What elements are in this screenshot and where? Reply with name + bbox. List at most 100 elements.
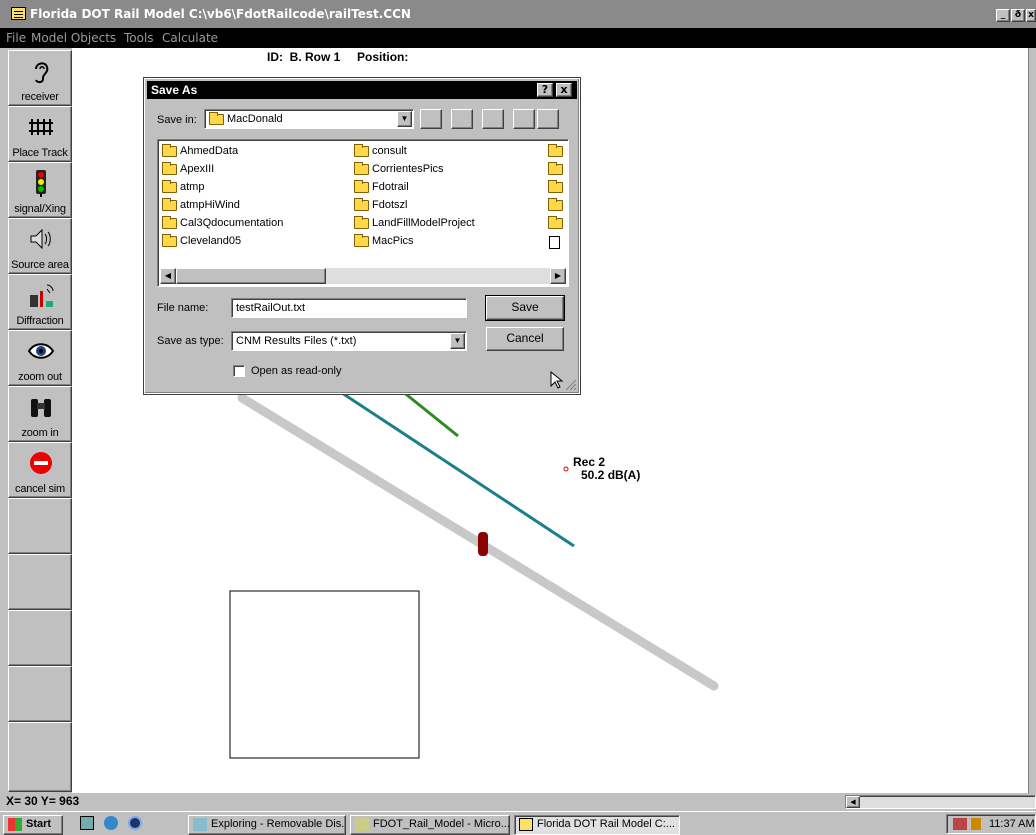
zoom-in-label: zoom in (21, 427, 59, 439)
source-area-button[interactable]: Source area (8, 218, 72, 274)
empty-tool-slot[interactable] (8, 610, 72, 666)
chevron-down-icon[interactable]: ▼ (397, 111, 412, 127)
menu-model-objects[interactable]: Model Objects (31, 31, 116, 45)
explorer-icon (193, 818, 207, 831)
task-florida-dot[interactable]: Florida DOT Rail Model C:... (514, 815, 680, 835)
empty-tool-slot[interactable] (8, 554, 72, 610)
scroll-left-icon[interactable]: ◀ (846, 796, 860, 808)
status-bar: X= 30 Y= 963 ◀ (0, 793, 1036, 811)
task-fdot-rail-model[interactable]: FDOT_Rail_Model - Micro... (350, 815, 510, 835)
vertical-scrollbar[interactable] (1028, 48, 1036, 793)
app-icon (519, 818, 533, 831)
folder-icon (354, 234, 369, 247)
clock[interactable]: 11:37 AM (989, 818, 1035, 830)
list-item[interactable]: Cleveland05 (160, 232, 241, 250)
scroll-left-icon[interactable]: ◀ (160, 268, 176, 284)
status-scrollbar[interactable]: ◀ (845, 795, 1036, 809)
list-item[interactable]: CorrientesPics (352, 160, 444, 178)
list-item[interactable]: consult (352, 142, 407, 160)
zoom-in-button[interactable]: zoom in (8, 386, 72, 442)
cancel-button[interactable]: Cancel (486, 327, 564, 351)
menu-file[interactable]: File (6, 31, 26, 45)
save-in-value: MacDonald (227, 113, 283, 125)
readonly-checkbox[interactable] (233, 365, 245, 377)
app-icon[interactable] (11, 7, 26, 20)
list-item[interactable]: Fdotrail (352, 178, 409, 196)
empty-tool-slot[interactable] (8, 666, 72, 722)
menu-calculate[interactable]: Calculate (162, 31, 218, 45)
folder-icon (548, 180, 563, 193)
folder-icon (354, 216, 369, 229)
source-area-box[interactable] (229, 590, 420, 759)
train-marker[interactable] (478, 532, 488, 556)
save-in-combo[interactable]: MacDonald ▼ (204, 109, 414, 129)
save-as-dialog: Save As ? x Save in: MacDonald ▼ AhmedDa… (143, 77, 581, 395)
folder-icon (162, 144, 177, 157)
clipped-column (546, 142, 566, 252)
cancel-sim-button[interactable]: cancel sim (8, 442, 72, 498)
start-button[interactable]: Start (3, 815, 63, 835)
folder-icon (162, 180, 177, 193)
minimize-button[interactable]: _ (996, 9, 1010, 22)
barrier-line-green[interactable] (401, 389, 459, 438)
folder-icon (354, 198, 369, 211)
taskbar: Start Exploring - Removable Dis... FDOT_… (0, 811, 1036, 835)
folder-icon (354, 180, 369, 193)
empty-tool-slot[interactable] (8, 722, 72, 792)
empty-tool-slot[interactable] (8, 498, 72, 554)
scroll-right-icon[interactable]: ▶ (550, 268, 566, 284)
channel-quicklaunch-icon[interactable] (128, 816, 142, 830)
save-as-type-select[interactable]: CNM Results Files (*.txt) ▼ (231, 331, 467, 351)
list-item[interactable]: ApexIII (160, 160, 214, 178)
chevron-down-icon[interactable]: ▼ (450, 333, 465, 349)
cancel-sim-label: cancel sim (15, 483, 65, 495)
list-item[interactable]: Cal3Qdocumentation (160, 214, 283, 232)
zoom-out-button[interactable]: zoom out (8, 330, 72, 386)
dialog-close-button[interactable]: x (556, 83, 572, 97)
task-exploring[interactable]: Exploring - Removable Dis... (188, 815, 346, 835)
binoculars-icon (31, 399, 51, 417)
source-area-label: Source area (11, 259, 69, 271)
list-view-icon[interactable] (513, 109, 535, 129)
help-button[interactable]: ? (537, 83, 553, 97)
folder-icon (548, 198, 563, 211)
diffraction-button[interactable]: Diffraction (8, 274, 72, 330)
signal-xing-button[interactable]: signal/Xing (8, 162, 72, 218)
file-list[interactable]: AhmedData ApexIII atmp atmpHiWind Cal3Qd… (157, 139, 569, 287)
desktop-icon[interactable] (451, 109, 473, 129)
place-track-button[interactable]: Place Track (8, 106, 72, 162)
list-item[interactable]: atmpHiWind (160, 196, 240, 214)
receiver-button[interactable]: receiver (8, 50, 72, 106)
menu-tools[interactable]: Tools (124, 31, 154, 45)
up-folder-icon[interactable] (420, 109, 442, 129)
details-view-icon[interactable] (537, 109, 559, 129)
list-item[interactable]: atmp (160, 178, 204, 196)
receiver-label-block: Rec 2 50.2 dB(A) (573, 456, 640, 482)
volume-icon[interactable] (971, 818, 981, 830)
barrier-line[interactable] (341, 391, 575, 548)
restore-button[interactable]: ð (1011, 9, 1025, 22)
list-item[interactable]: MacPics (352, 232, 414, 250)
list-item[interactable]: LandFillModelProject (352, 214, 475, 232)
save-button[interactable]: Save (485, 295, 565, 321)
folder-icon (548, 162, 563, 175)
close-button[interactable]: x (1026, 9, 1036, 22)
speaker-icon (30, 228, 51, 250)
ie-quicklaunch-icon[interactable] (104, 816, 118, 830)
receiver-point[interactable] (563, 466, 569, 472)
dialog-titlebar[interactable]: Save As (147, 81, 577, 99)
network-icon[interactable] (953, 818, 967, 830)
new-folder-icon[interactable] (482, 109, 504, 129)
scroll-thumb[interactable] (176, 268, 326, 284)
ear-icon (35, 62, 49, 84)
left-toolbar: receiver Place Track signal/Xing Source … (0, 48, 72, 793)
list-item[interactable]: Fdotszl (352, 196, 407, 214)
desktop-quicklaunch-icon[interactable] (80, 816, 94, 830)
vb-icon (355, 818, 369, 831)
list-item[interactable]: AhmedData (160, 142, 238, 160)
window-titlebar[interactable]: Florida DOT Rail Model C:\vb6\FdotRailco… (0, 0, 1036, 28)
folder-icon (548, 216, 563, 229)
file-name-input[interactable]: testRailOut.txt (231, 298, 467, 318)
resize-grip-icon[interactable] (565, 379, 577, 391)
horizontal-scrollbar[interactable]: ◀ ▶ (160, 268, 566, 284)
